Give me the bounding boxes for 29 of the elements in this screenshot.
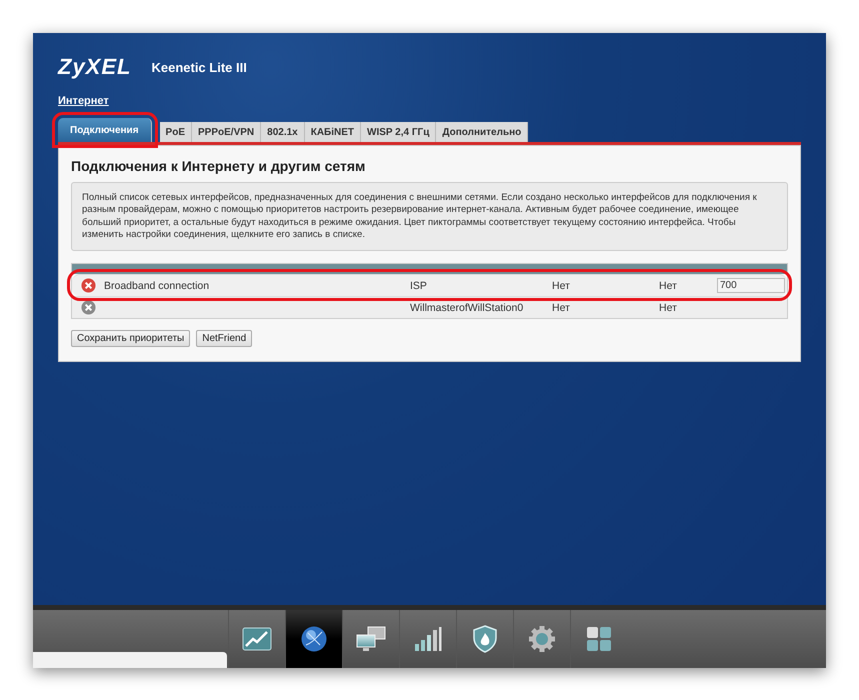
grid-icon <box>586 626 612 652</box>
section-link[interactable]: Интернет <box>58 95 109 107</box>
tab[interactable]: PPPoE/VPN <box>192 122 262 142</box>
info-text: Полный список сетевых интерфейсов, предназначенных для соединения с внешними сетями. Если создано несколько интерфейсов для подключения к разным провайдерам, можно с помощью приоритетов настроить резервирование интернет-канала. Активным будет рабочее соединение, имеющее больший приоритет, а остальные будут находиться в режиме ожидания. Цвет пиктограммы соответствует текущему состоянию интерфейса. Чтобы изменить настройки соединения, щелкните его запись в списке. <box>71 182 788 252</box>
tab[interactable]: WISP 2,4 ГГц <box>361 122 436 142</box>
table-cell-text: Нет <box>659 280 678 292</box>
panel-title: Подключения к Интернету и другим сетям <box>71 158 366 174</box>
monitors-icon <box>355 625 387 653</box>
tab[interactable]: PoE <box>160 122 192 142</box>
tab[interactable]: Дополнительно <box>436 122 528 142</box>
button[interactable]: NetFriend <box>196 330 252 348</box>
table-cell-text: Нет <box>552 302 571 314</box>
model-name: Keenetic Lite III <box>151 60 247 74</box>
signal-bars-icon <box>414 626 442 652</box>
tab[interactable]: КАБiNET <box>304 122 362 142</box>
taskbar-button[interactable] <box>285 610 342 668</box>
logo: ZyXEL <box>58 54 132 80</box>
chart-icon <box>242 627 272 651</box>
shield-icon <box>473 625 497 653</box>
button[interactable]: Сохранить приоритеты <box>71 330 190 348</box>
tab[interactable]: 802.1x <box>261 122 305 142</box>
table-cell-text: ISP <box>410 280 428 292</box>
globe-icon <box>300 625 328 653</box>
table-cell-text: Broadband connection <box>104 280 210 292</box>
table-cell-text: Нет <box>659 302 678 314</box>
table-cell-text: Нет <box>552 280 571 292</box>
gear-icon <box>528 625 556 653</box>
priority-field[interactable]: 700 <box>717 278 785 294</box>
table-cell-text: WillmasterofWillStation0 <box>410 302 524 314</box>
